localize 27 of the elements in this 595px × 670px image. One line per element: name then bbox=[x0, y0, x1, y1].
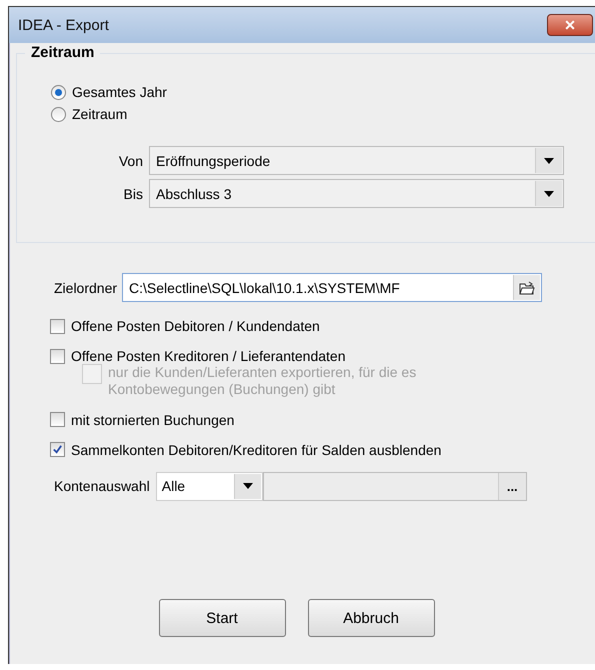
checkbox[interactable] bbox=[50, 442, 65, 458]
checkbox[interactable] bbox=[50, 348, 65, 364]
radio-button[interactable] bbox=[51, 84, 66, 100]
field-label: Von bbox=[118, 152, 143, 168]
window-title: IDEA - Export bbox=[18, 16, 109, 34]
input-field[interactable]: C:\Selectline\SQL\lokal\10.1.x\SYSTEM\MF bbox=[122, 273, 542, 302]
checkbox[interactable] bbox=[50, 318, 65, 334]
checkbox-label: Offene Posten Debitoren / Kundendaten bbox=[71, 318, 320, 334]
dialog-button[interactable]: Abbruch bbox=[308, 599, 434, 637]
dropdown[interactable]: Eröffnungsperiode bbox=[149, 146, 564, 175]
radio-label: Zeitraum bbox=[72, 106, 128, 122]
dialog-button[interactable]: Start bbox=[158, 599, 286, 637]
radio-label: Gesamtes Jahr bbox=[72, 84, 167, 100]
folder-icon[interactable] bbox=[513, 275, 540, 300]
input-field[interactable]: ... bbox=[262, 472, 527, 501]
checkbox-label: mit stornierten Buchungen bbox=[71, 412, 234, 428]
field-label: Kontenauswahl bbox=[54, 478, 150, 494]
radio-button[interactable] bbox=[51, 106, 66, 122]
browse-button[interactable]: ... bbox=[498, 472, 526, 500]
field-label: Zielordner bbox=[54, 280, 118, 296]
checkbox[interactable] bbox=[50, 412, 65, 428]
dropdown[interactable]: Alle bbox=[156, 472, 263, 501]
checkbox-label: nur die Kunden/Lieferanten exportieren, für die es Kontobewegungen (Buchungen) gibt bbox=[108, 364, 418, 398]
dropdown[interactable]: Abschluss 3 bbox=[149, 179, 564, 208]
field-label: Bis bbox=[122, 186, 143, 202]
checkbox-label: Sammelkonten Debitoren/Kreditoren für Salden ausblenden bbox=[71, 442, 442, 458]
checkbox-label: Offene Posten Kreditoren / Lieferantendaten bbox=[71, 348, 346, 364]
